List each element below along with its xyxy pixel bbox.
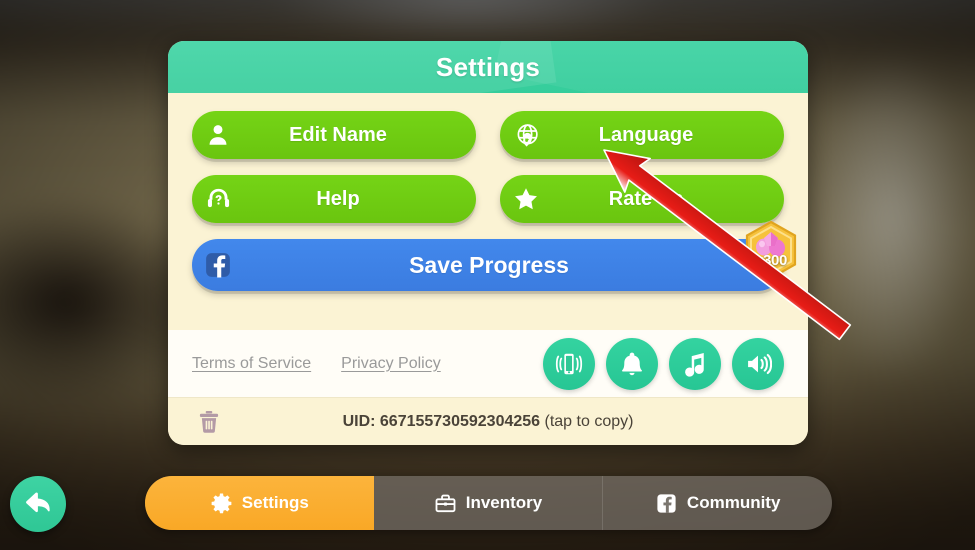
save-progress-label: Save Progress (409, 251, 569, 278)
rate-us-button[interactable]: Rate Us (500, 175, 784, 223)
rate-us-label: Rate Us (608, 187, 684, 210)
tab-inventory[interactable]: Inventory (374, 476, 604, 530)
panel-header: Settings (168, 41, 808, 93)
button-row-2: Help Rate Us (192, 175, 784, 223)
edit-name-button[interactable]: Edit Name (192, 111, 476, 159)
notification-bell-icon[interactable] (606, 337, 658, 390)
language-label: Language (598, 123, 694, 146)
headset-question-icon (192, 175, 244, 223)
uid-value: UID: 667155730592304256 (342, 412, 541, 430)
edit-name-label: Edit Name (289, 123, 387, 146)
music-note-icon[interactable] (669, 337, 721, 390)
tab-community-label: Community (686, 493, 781, 512)
uid-label[interactable]: UID: 667155730592304256 (tap to copy) (192, 413, 784, 431)
tab-inventory-label: Inventory (465, 493, 543, 512)
facebook-icon (192, 239, 244, 291)
gem-count-label: x300 (754, 252, 788, 269)
panel-body: Edit Name Language Help Rate Us Save Pro… (168, 93, 808, 291)
help-button[interactable]: Help (192, 175, 476, 223)
globe-pin-icon (500, 111, 552, 159)
tab-settings-label: Settings (241, 493, 309, 512)
uid-strip: UID: 667155730592304256 (tap to copy) (168, 397, 808, 445)
briefcase-icon (434, 492, 457, 515)
facebook-icon (655, 492, 678, 515)
star-icon (500, 175, 552, 223)
back-arrow-icon (22, 486, 54, 523)
tab-settings[interactable]: Settings (145, 476, 374, 530)
help-label: Help (316, 187, 360, 210)
bottom-tab-bar: Settings Inventory Community (145, 476, 832, 530)
settings-panel: Settings Edit Name Language Help Rate Us… (168, 41, 808, 445)
sound-speaker-icon[interactable] (732, 337, 784, 390)
gear-icon (210, 492, 233, 515)
links-strip: Terms of Service Privacy Policy (168, 330, 808, 397)
uid-hint: (tap to copy) (540, 412, 634, 430)
button-row-1: Edit Name Language (192, 111, 784, 159)
language-button[interactable]: Language (500, 111, 784, 159)
toggle-icon-group (543, 337, 784, 390)
person-icon (192, 111, 244, 159)
save-progress-button[interactable]: Save Progress (192, 239, 784, 291)
back-button[interactable] (10, 476, 66, 532)
terms-of-service-link[interactable]: Terms of Service (192, 355, 311, 373)
gem-reward-badge: x300 (744, 221, 798, 281)
save-progress-row: Save Progress x300 (192, 221, 797, 291)
privacy-policy-link[interactable]: Privacy Policy (341, 355, 441, 373)
tab-community[interactable]: Community (603, 476, 832, 530)
page-title: Settings (435, 52, 541, 82)
vibrate-icon[interactable] (543, 337, 595, 390)
